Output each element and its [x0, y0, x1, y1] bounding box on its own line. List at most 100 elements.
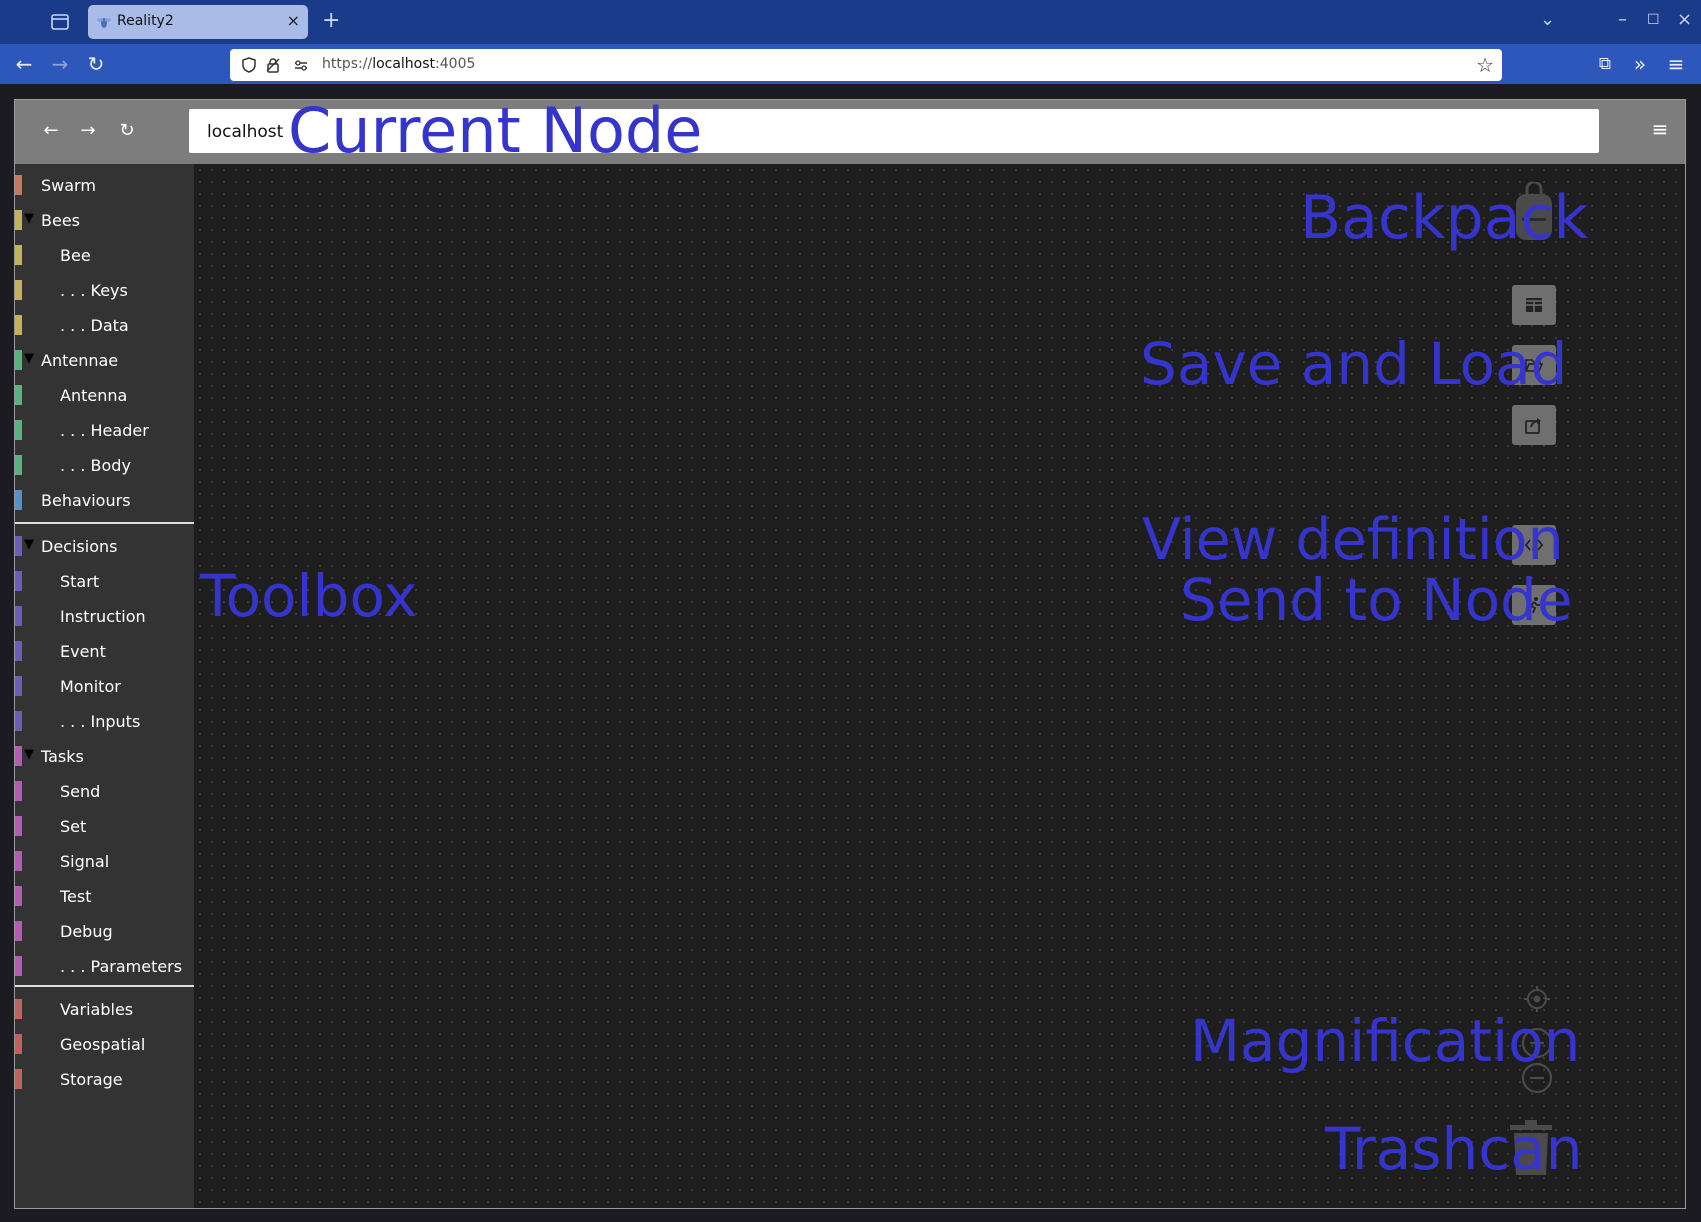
toolbox-item-label: Send — [60, 782, 101, 801]
current-node-annotation: Current Node — [288, 94, 703, 167]
toolbox-item-header[interactable]: . . . Header — [15, 415, 194, 445]
browser-tab-bar: Reality2 × + ⌄ – ☐ × — [0, 0, 1701, 44]
save-and-load-annotation: Save and Load — [1140, 330, 1568, 398]
category-color-bar — [15, 175, 22, 195]
browser-nav-bar: ← → ↻ https://localhost:4005 ☆ ⧉ » ≡ — [0, 44, 1701, 84]
app-reload-icon[interactable]: ↻ — [116, 120, 138, 142]
category-color-bar — [15, 245, 22, 265]
back-icon[interactable]: ← — [12, 52, 36, 76]
expand-triangle-icon[interactable]: ▼ — [24, 211, 34, 226]
expand-triangle-icon[interactable]: ▼ — [24, 747, 34, 762]
window-close-icon[interactable]: × — [1677, 9, 1692, 30]
app-menu-icon[interactable]: ≡ — [1649, 118, 1671, 140]
toolbox-item-signal[interactable]: Signal — [15, 846, 194, 876]
toolbox-item-label: . . . Header — [60, 421, 149, 440]
view-definition-annotation: View definition — [1142, 507, 1564, 573]
blocks-view-button[interactable] — [1512, 285, 1556, 325]
category-color-bar — [15, 420, 22, 440]
extensions-icon[interactable]: ⧉ — [1593, 52, 1617, 76]
category-color-bar — [15, 746, 22, 766]
toolbox-item-keys[interactable]: . . . Keys — [15, 275, 194, 305]
toolbox-item-label: Bee — [60, 246, 91, 265]
toolbox-item-label: Signal — [60, 852, 110, 871]
category-color-bar — [15, 956, 22, 976]
toolbox-item-label: Storage — [60, 1070, 123, 1089]
category-color-bar — [15, 676, 22, 696]
backpack-annotation: Backpack — [1300, 183, 1589, 253]
toolbox-item-debug[interactable]: Debug — [15, 916, 194, 946]
toolbox-item-label: Variables — [60, 1000, 134, 1019]
category-color-bar — [15, 641, 22, 661]
toolbox-item-body[interactable]: . . . Body — [15, 450, 194, 480]
category-color-bar — [15, 1069, 22, 1089]
bookmark-star-icon[interactable]: ☆ — [1476, 53, 1494, 77]
toolbox-item-bees[interactable]: ▼ Bees — [15, 205, 194, 235]
app-forward-icon[interactable]: → — [77, 120, 99, 142]
new-tab-icon[interactable]: + — [322, 8, 340, 33]
reload-icon[interactable]: ↻ — [84, 52, 108, 76]
app-back-icon[interactable]: ← — [40, 120, 62, 142]
toolbox-item-decisions[interactable]: ▼ Decisions — [15, 531, 194, 561]
toolbox-separator — [15, 522, 194, 524]
minimize-icon[interactable]: – — [1618, 9, 1627, 30]
toolbox-item-label: Monitor — [60, 677, 121, 696]
toolbox-item-label: . . . Data — [60, 316, 129, 335]
category-color-bar — [15, 280, 22, 300]
url-bar[interactable]: https://localhost:4005 ☆ — [230, 49, 1502, 81]
expand-triangle-icon[interactable]: ▼ — [24, 537, 34, 552]
category-color-bar — [15, 921, 22, 941]
forward-icon[interactable]: → — [48, 52, 72, 76]
tab-title: Reality2 — [117, 13, 174, 29]
toolbox-item-geospatial[interactable]: Geospatial — [15, 1029, 194, 1059]
toolbox-item-monitor[interactable]: Monitor — [15, 671, 194, 701]
toolbox-item-test[interactable]: Test — [15, 881, 194, 911]
toolbox-item-behaviours[interactable]: Behaviours — [15, 485, 194, 515]
toolbox-item-label: Set — [60, 817, 87, 836]
permissions-icon[interactable] — [292, 56, 310, 74]
toolbox-item-antennae[interactable]: ▼ Antennae — [15, 345, 194, 375]
shield-icon[interactable] — [240, 56, 258, 74]
category-color-bar — [15, 210, 22, 230]
trashcan-annotation: Trashcan — [1325, 1115, 1583, 1183]
toolbox-item-set[interactable]: Set — [15, 811, 194, 841]
browser-menu-icon[interactable]: ≡ — [1664, 52, 1688, 76]
toolbox-item-tasks[interactable]: ▼ Tasks — [15, 741, 194, 771]
toolbox-item-label: Test — [60, 887, 92, 906]
toolbox-item-parameters[interactable]: . . . Parameters — [15, 951, 194, 981]
app-header: ← → ↻ localhost ≡ — [15, 100, 1685, 164]
toolbox-item-bee[interactable]: Bee — [15, 240, 194, 270]
list-all-tabs-icon[interactable]: ⌄ — [1540, 9, 1555, 30]
current-node-value: localhost — [207, 122, 284, 142]
toolbox-item-variables[interactable]: Variables — [15, 994, 194, 1024]
browser-tab[interactable]: Reality2 × — [88, 5, 308, 39]
save-button[interactable] — [1512, 405, 1556, 445]
maximize-icon[interactable]: ☐ — [1647, 12, 1660, 28]
more-tools-icon[interactable]: » — [1628, 52, 1652, 76]
toolbox-item-antenna[interactable]: Antenna — [15, 380, 194, 410]
category-color-bar — [15, 711, 22, 731]
toolbox-item-data[interactable]: . . . Data — [15, 310, 194, 340]
category-color-bar — [15, 816, 22, 836]
tab-list-icon[interactable] — [48, 12, 72, 32]
toolbox-item-event[interactable]: Event — [15, 636, 194, 666]
toolbox-item-swarm[interactable]: Swarm — [15, 170, 194, 200]
toolbox-item-label: . . . Body — [60, 456, 131, 475]
toolbox-item-inputs[interactable]: . . . Inputs — [15, 706, 194, 736]
toolbox-item-storage[interactable]: Storage — [15, 1064, 194, 1094]
toolbox-item-label: Swarm — [41, 176, 96, 195]
toolbox-item-send[interactable]: Send — [15, 776, 194, 806]
toolbox-item-label: Tasks — [41, 747, 84, 766]
category-color-bar — [15, 851, 22, 871]
toolbox-annotation: Toolbox — [200, 562, 418, 630]
toolbox-item-label: Event — [60, 642, 106, 661]
tab-close-icon[interactable]: × — [287, 11, 300, 30]
lock-icon[interactable] — [264, 56, 282, 74]
toolbox-item-instruction[interactable]: Instruction — [15, 601, 194, 631]
category-color-bar — [15, 455, 22, 475]
toolbox-item-label: Debug — [60, 922, 113, 941]
toolbox-separator — [15, 985, 194, 987]
expand-triangle-icon[interactable]: ▼ — [24, 351, 34, 366]
toolbox-item-label: Geospatial — [60, 1035, 146, 1054]
category-color-bar — [15, 571, 22, 591]
toolbox-item-start[interactable]: Start — [15, 566, 194, 596]
